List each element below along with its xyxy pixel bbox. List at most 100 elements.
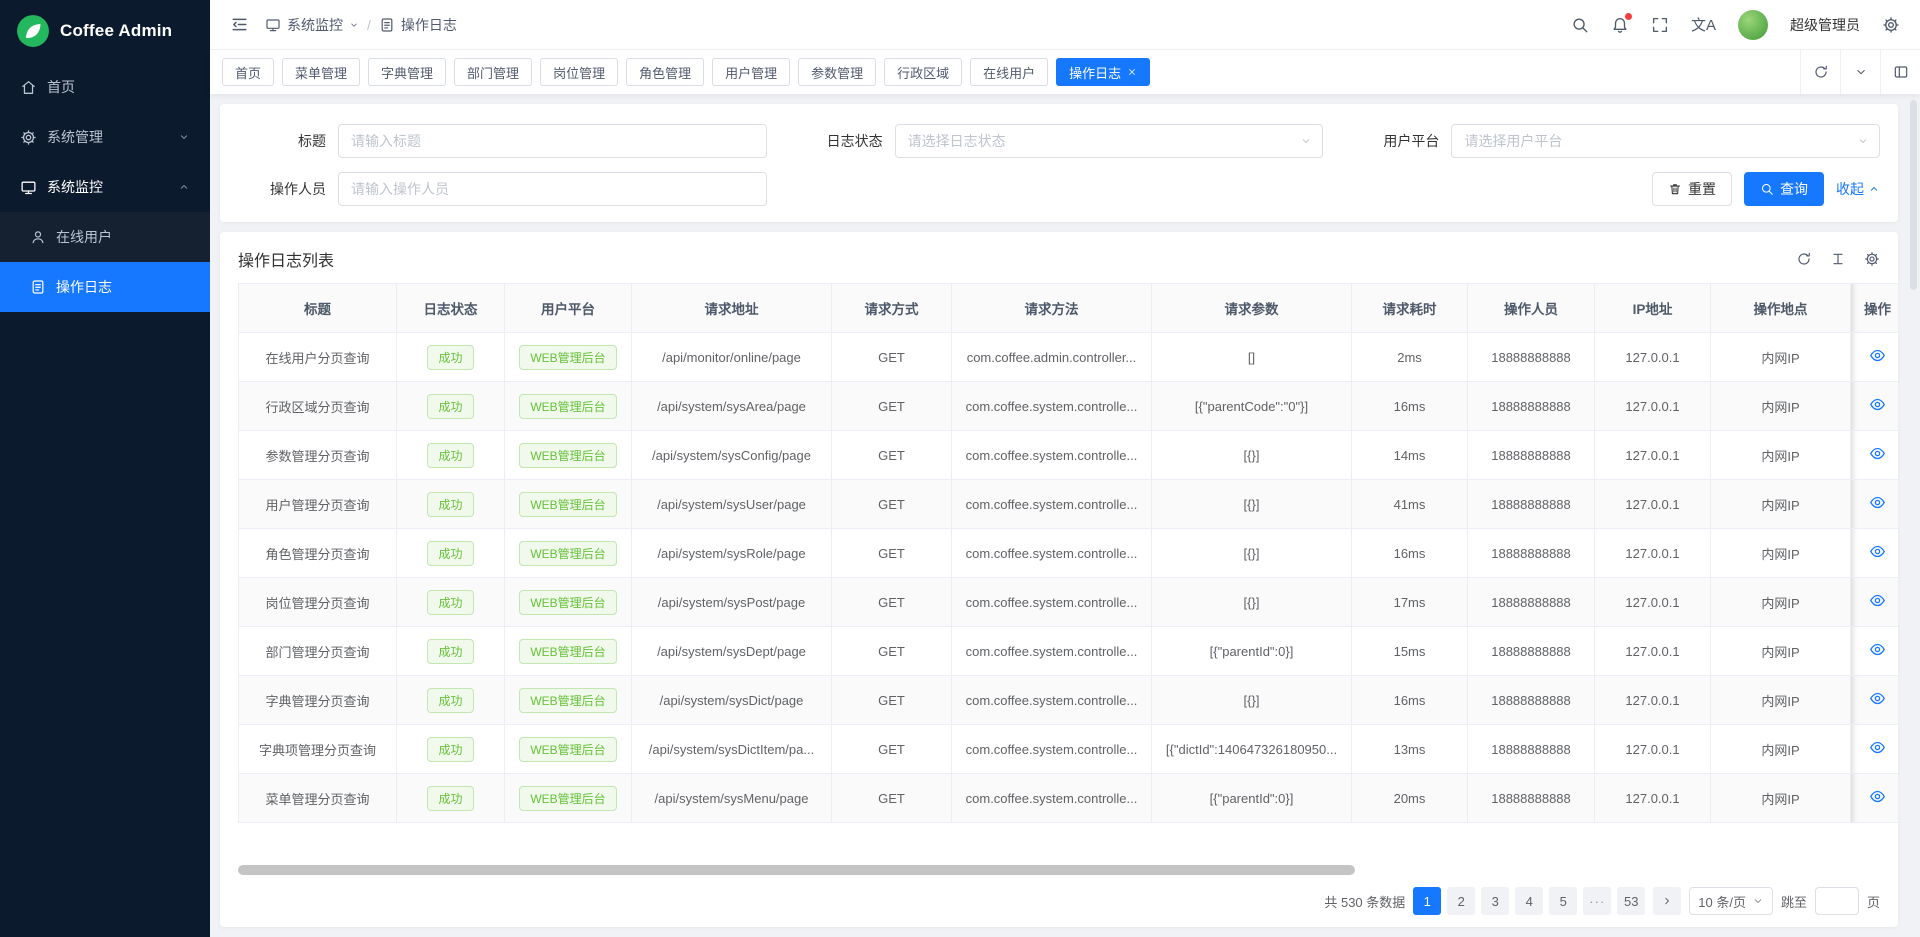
- view-detail-icon[interactable]: [1869, 592, 1886, 609]
- column-settings-icon[interactable]: [1864, 251, 1880, 267]
- platform-badge: WEB管理后台: [519, 639, 616, 664]
- view-detail-icon[interactable]: [1869, 788, 1886, 805]
- cell-method: GET: [832, 578, 952, 627]
- vertical-scrollbar-thumb[interactable]: [1910, 100, 1917, 290]
- title-filter: 标题: [238, 124, 767, 158]
- cell-time: 20ms: [1352, 774, 1468, 823]
- app-logo[interactable]: Coffee Admin: [0, 0, 210, 62]
- notification-bell-icon[interactable]: [1611, 16, 1629, 34]
- search-icon: [1760, 182, 1774, 196]
- sidebar-item-system-monitoring[interactable]: 系统监控: [0, 162, 210, 212]
- collapse-button[interactable]: 收起: [1836, 179, 1880, 199]
- avatar[interactable]: [1738, 10, 1768, 40]
- cell-method: GET: [832, 480, 952, 529]
- next-page-button[interactable]: [1653, 887, 1681, 915]
- cell-status: 成功: [397, 431, 505, 480]
- cell-operator: 18888888888: [1468, 480, 1595, 529]
- tab[interactable]: 行政区域: [884, 58, 962, 86]
- page-button[interactable]: 5: [1549, 887, 1577, 915]
- tab[interactable]: 在线用户: [970, 58, 1048, 86]
- sidebar-item-system-management[interactable]: 系统管理: [0, 112, 210, 162]
- chevron-right-icon: [1661, 895, 1673, 907]
- page-button[interactable]: 3: [1481, 887, 1509, 915]
- page-size-select[interactable]: 10 条/页: [1689, 887, 1773, 915]
- view-detail-icon[interactable]: [1869, 641, 1886, 658]
- cell-operator: 18888888888: [1468, 333, 1595, 382]
- tab[interactable]: 菜单管理: [282, 58, 360, 86]
- status-badge: 成功: [427, 492, 473, 517]
- sidebar-item-label: 系统监控: [47, 177, 103, 197]
- sidebar-item-online-users[interactable]: 在线用户: [0, 212, 210, 262]
- menu-fold-icon[interactable]: [230, 15, 249, 34]
- layout-icon[interactable]: [1880, 50, 1920, 94]
- tab[interactable]: 用户管理: [712, 58, 790, 86]
- field-label: 用户平台: [1351, 131, 1439, 151]
- cell-status: 成功: [397, 333, 505, 382]
- cell-ip: 127.0.0.1: [1595, 382, 1711, 431]
- view-detail-icon[interactable]: [1869, 347, 1886, 364]
- column-header: 请求方式: [832, 284, 952, 333]
- total-count: 共 530 条数据: [1324, 892, 1405, 911]
- cell-action: [1851, 529, 1899, 578]
- chevron-down-icon[interactable]: [1840, 50, 1880, 94]
- view-detail-icon[interactable]: [1869, 739, 1886, 756]
- view-detail-icon[interactable]: [1869, 494, 1886, 511]
- fullscreen-icon[interactable]: [1651, 16, 1669, 34]
- refresh-icon[interactable]: [1796, 251, 1812, 267]
- horizontal-scrollbar-thumb[interactable]: [238, 865, 1355, 875]
- sidebar-item-operation-logs[interactable]: 操作日志: [0, 262, 210, 312]
- tab-label: 岗位管理: [553, 63, 605, 82]
- tab-bar: 首页菜单管理字典管理部门管理 岗位管理 角色管理用户管理 参数管理 行政区域 在线用户 操作…: [210, 50, 1920, 94]
- search-button[interactable]: 查询: [1744, 172, 1824, 206]
- cell-time: 14ms: [1352, 431, 1468, 480]
- cell-action: [1851, 333, 1899, 382]
- cell-status: 成功: [397, 578, 505, 627]
- cell-handler: com.coffee.system.controlle...: [952, 676, 1152, 725]
- tab[interactable]: 部门管理: [454, 58, 532, 86]
- breadcrumb-system-monitoring[interactable]: 系统监控: [265, 15, 359, 35]
- operator-input[interactable]: [338, 172, 767, 206]
- log-status-select[interactable]: 请选择日志状态: [895, 124, 1324, 158]
- reset-button[interactable]: 重置: [1652, 172, 1732, 206]
- cell-url: /api/system/sysDept/page: [632, 627, 832, 676]
- title-input[interactable]: [338, 124, 767, 158]
- tab-label: 参数管理: [811, 63, 863, 82]
- jump-suffix: 页: [1867, 892, 1880, 911]
- tab[interactable]: 参数管理: [798, 58, 876, 86]
- tab-label: 在线用户: [983, 63, 1035, 82]
- tab[interactable]: 字典管理: [368, 58, 446, 86]
- density-icon[interactable]: [1830, 251, 1846, 267]
- page-button[interactable]: 53: [1617, 887, 1645, 915]
- cell-params: [{}]: [1152, 529, 1352, 578]
- search-icon[interactable]: [1571, 16, 1589, 34]
- page-button[interactable]: 1: [1413, 887, 1441, 915]
- view-detail-icon[interactable]: [1869, 445, 1886, 462]
- sidebar-item-home[interactable]: 首页: [0, 62, 210, 112]
- view-detail-icon[interactable]: [1869, 690, 1886, 707]
- tab-close-icon[interactable]: [1127, 67, 1137, 77]
- username[interactable]: 超级管理员: [1790, 15, 1860, 35]
- page-ellipsis[interactable]: ···: [1583, 887, 1611, 915]
- tab[interactable]: 首页: [222, 58, 274, 86]
- column-header: IP地址: [1595, 284, 1711, 333]
- table-row: 岗位管理分页查询成功WEB管理后台/api/system/sysPost/pag…: [239, 578, 1899, 627]
- cell-location: 内网IP: [1711, 725, 1851, 774]
- user-platform-select[interactable]: 请选择用户平台: [1451, 124, 1880, 158]
- user-icon: [30, 229, 46, 245]
- view-detail-icon[interactable]: [1869, 396, 1886, 413]
- cell-ip: 127.0.0.1: [1595, 676, 1711, 725]
- tab[interactable]: 角色管理: [626, 58, 704, 86]
- tab[interactable]: 岗位管理: [540, 58, 618, 86]
- view-detail-icon[interactable]: [1869, 543, 1886, 560]
- tab[interactable]: 操作日志: [1056, 58, 1150, 86]
- settings-gear-icon[interactable]: [1882, 16, 1900, 34]
- app-root: Coffee Admin 首页 系统管理 系统监控 在线用户: [0, 0, 1920, 937]
- jump-page-input[interactable]: [1815, 887, 1859, 915]
- tab-tools: [1800, 50, 1920, 94]
- page-button[interactable]: 4: [1515, 887, 1543, 915]
- page-button[interactable]: 2: [1447, 887, 1475, 915]
- language-icon[interactable]: 文A: [1691, 14, 1716, 35]
- refresh-icon[interactable]: [1800, 50, 1840, 94]
- table-body: 在线用户分页查询成功WEB管理后台/api/monitor/online/pag…: [239, 333, 1899, 823]
- cell-platform: WEB管理后台: [505, 676, 632, 725]
